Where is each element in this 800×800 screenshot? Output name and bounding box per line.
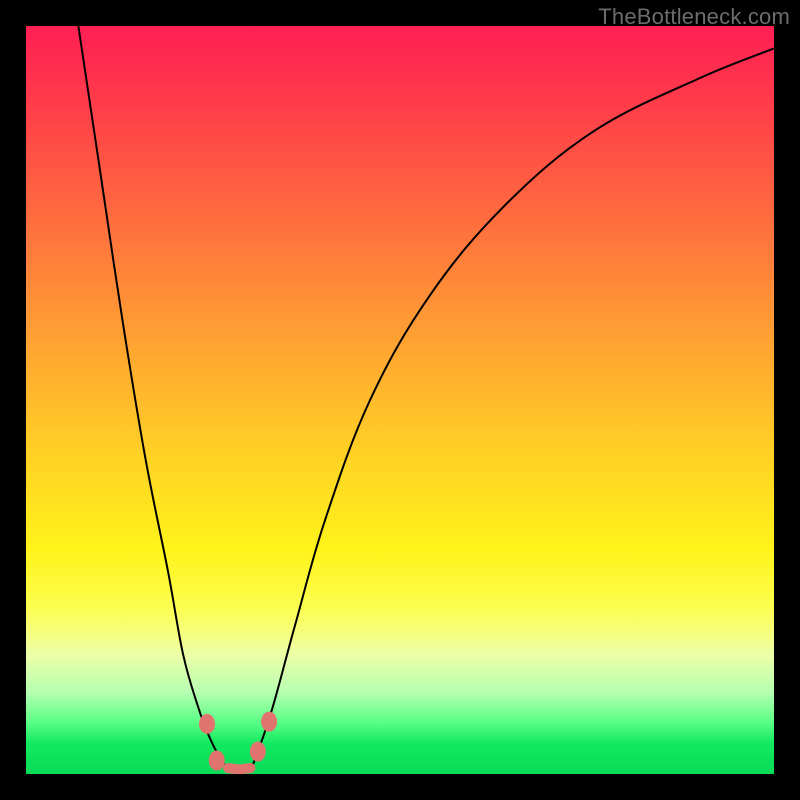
- bead-left-lower: [209, 751, 225, 771]
- watermark-text: TheBottleneck.com: [598, 4, 790, 30]
- bead-right-upper: [261, 712, 277, 732]
- chart-svg: [26, 26, 774, 774]
- plot-area: [26, 26, 774, 774]
- bead-right-mid: [250, 742, 266, 762]
- left-curve: [78, 26, 228, 770]
- bead-left-upper: [199, 714, 215, 734]
- right-curve: [250, 48, 774, 770]
- valley-bead-band: [228, 768, 250, 769]
